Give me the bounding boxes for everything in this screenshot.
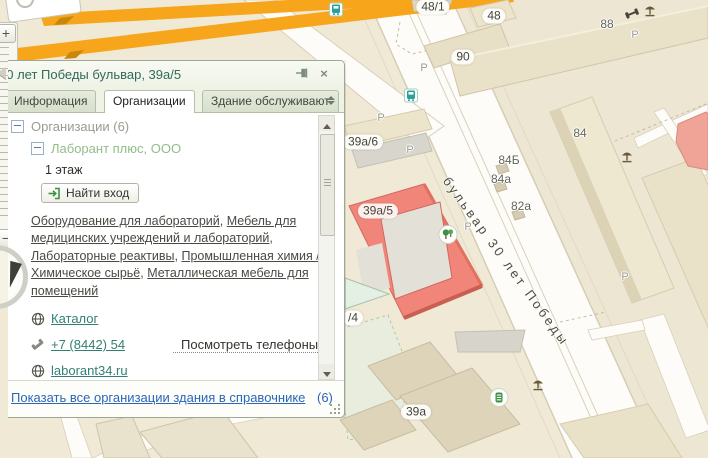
globe-icon (31, 364, 45, 378)
atm-icon[interactable] (490, 388, 509, 412)
address-label[interactable]: 48/1 (416, 0, 449, 15)
tab-organizations[interactable]: Организации (104, 90, 195, 113)
address-label-highlighted[interactable]: 39а/5 (358, 204, 398, 219)
organizations-group-label: Организации (6) (31, 119, 129, 134)
popup-footer: Показать все организации здания в справо… (8, 380, 344, 417)
website-row: laborant34.ru (31, 363, 310, 378)
show-phones-toggle[interactable]: Посмотреть телефоны (173, 337, 330, 353)
scroll-up-icon[interactable] (319, 116, 334, 131)
address-label[interactable]: 48 (482, 9, 505, 24)
fountain-icon[interactable] (643, 5, 657, 24)
show-phones-label: Посмотреть телефоны (181, 337, 318, 352)
phone-number-link[interactable]: +7 (8442) 54 (51, 337, 125, 352)
separator: , (269, 231, 272, 245)
organizations-count: (6) (317, 390, 333, 405)
separator: , (220, 214, 227, 228)
phone-row: +7 (8442) 54 Посмотреть телефоны (31, 337, 310, 352)
organization-row: Лаборант плюс, ООО (31, 141, 310, 156)
phone-icon (31, 338, 45, 351)
popup-scrollbar[interactable] (318, 115, 335, 380)
show-all-organizations-link[interactable]: Показать все организации здания в справо… (11, 390, 305, 405)
parking-label: Р (420, 62, 427, 74)
popup-tabs: Информация Организации Здание обслуживаю… (8, 87, 344, 113)
globe-icon (31, 312, 45, 326)
catalog-link[interactable]: Каталог (51, 311, 98, 326)
parking-label: Р (464, 221, 471, 233)
catalog-row: Каталог (31, 311, 310, 326)
entrance-icon (48, 187, 61, 200)
tab-information[interactable]: Информация (8, 90, 96, 112)
dumbbell-icon[interactable] (624, 7, 640, 26)
building-info-popup: 30 лет Победы бульвар, 39а/5 × Информаци… (8, 60, 345, 418)
parking-label: Р (406, 144, 413, 156)
rubric-link[interactable]: Лабораторные реактивы (31, 249, 175, 263)
map-application-window: бульвар 30 лет Победы 48/1 48 90 88 84Б … (0, 0, 708, 458)
popup-title: 30 лет Победы бульвар, 39а/5 (8, 67, 181, 82)
close-icon[interactable]: × (316, 66, 332, 82)
popup-clip-region: 30 лет Победы бульвар, 39а/5 × Информаци… (8, 60, 346, 418)
tree-collapse-icon[interactable] (11, 120, 24, 133)
address-label[interactable]: 88 (600, 17, 613, 31)
rubric-links: Оборудование для лабораторий, Мебель для… (31, 213, 323, 300)
find-entrance-button[interactable]: Найти вход (41, 183, 139, 203)
tab-scroll-icon[interactable] (325, 95, 336, 105)
tree-collapse-icon[interactable] (31, 142, 44, 155)
address-label[interactable]: 84Б (498, 153, 519, 167)
fountain-icon[interactable] (531, 379, 545, 398)
bus-stop-icon[interactable] (329, 3, 343, 22)
trees-icon[interactable] (439, 225, 458, 249)
organizations-group-row: Организации (6) (11, 119, 310, 134)
pin-icon[interactable] (294, 66, 310, 82)
popup-header: 30 лет Победы бульвар, 39а/5 × (8, 61, 344, 87)
bus-stop-icon[interactable] (404, 89, 418, 108)
rubric-link[interactable]: Оборудование для лабораторий (31, 214, 220, 228)
parking-label: Р (621, 271, 628, 283)
fountain-icon[interactable] (620, 151, 634, 170)
address-label[interactable]: 82а (511, 199, 531, 213)
address-label[interactable]: 39а (401, 405, 431, 420)
zoom-slider-handle[interactable] (0, 67, 6, 79)
address-label[interactable]: 90 (451, 50, 474, 65)
scroll-thumb[interactable] (320, 134, 335, 236)
building-gray-south[interactable] (455, 330, 525, 352)
website-link[interactable]: laborant34.ru (51, 363, 128, 378)
tab-building-services[interactable]: Здание обслуживают (202, 90, 339, 112)
find-entrance-label: Найти вход (66, 186, 129, 200)
popup-content: Организации (6) Лаборант плюс, ООО 1 эта… (8, 113, 344, 382)
scroll-down-icon[interactable] (319, 364, 334, 379)
organization-name-link[interactable]: Лаборант плюс, ООО (51, 141, 181, 156)
zoom-in-button[interactable]: + (0, 24, 16, 43)
address-label[interactable]: 84а (491, 172, 511, 186)
parking-label: Р (377, 112, 384, 124)
compass-arrow-icon (4, 261, 22, 289)
address-label[interactable]: 84 (573, 126, 586, 140)
resize-grip-icon[interactable] (330, 404, 340, 414)
address-label[interactable]: 39а/6 (343, 135, 383, 150)
floor-label: 1 этаж (45, 163, 310, 177)
parking-label: Р (631, 29, 638, 41)
